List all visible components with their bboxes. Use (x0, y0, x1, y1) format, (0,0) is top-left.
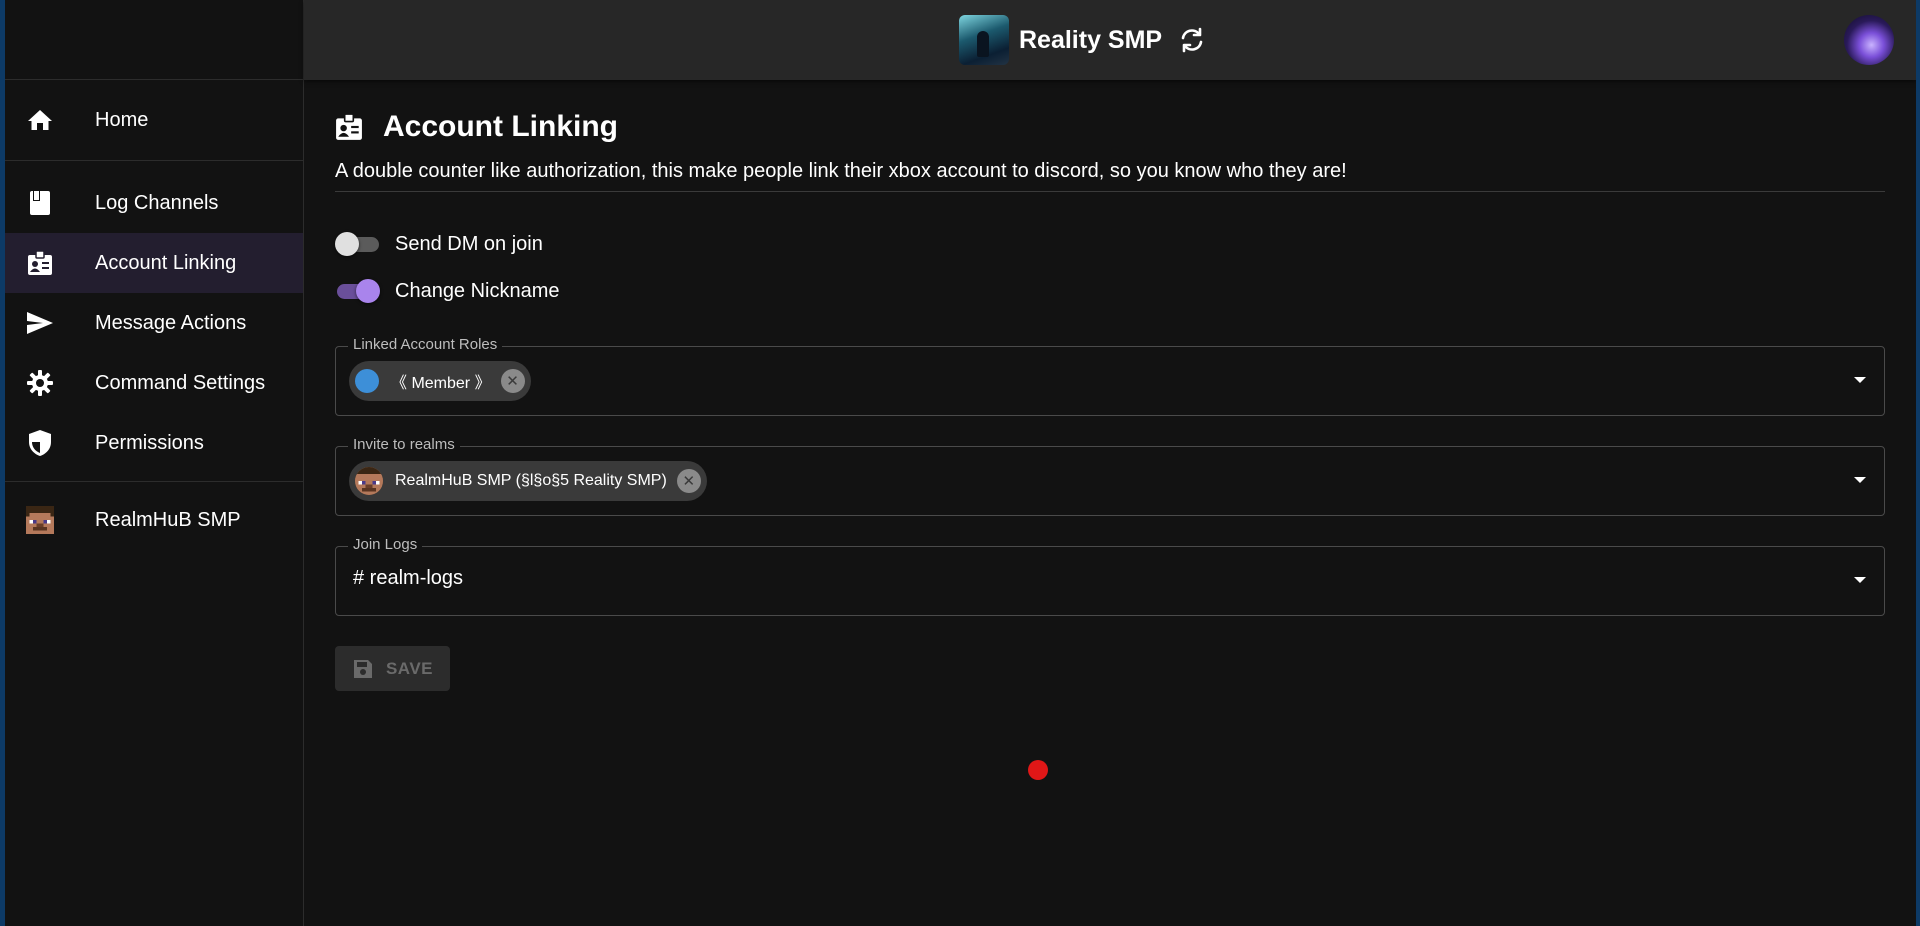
server-logo (959, 15, 1009, 65)
selected-channel: # realm-logs (353, 567, 464, 589)
change-nickname-toggle[interactable]: Change Nickname (335, 279, 560, 303)
chevron-down-icon[interactable] (1854, 577, 1866, 583)
save-button[interactable]: SAVE (335, 646, 450, 691)
sidebar: Home Log Channels Account Linking Messag… (5, 0, 304, 926)
sidebar-item-label: Home (95, 108, 149, 131)
sidebar-item-label: Permissions (95, 431, 204, 454)
sidebar-item-command-settings[interactable]: Command Settings (5, 353, 303, 413)
sidebar-item-label: Command Settings (95, 371, 266, 394)
save-icon (353, 659, 372, 678)
field-legend: Join Logs (348, 536, 423, 553)
minecraft-avatar-icon (355, 467, 383, 495)
sidebar-item-permissions[interactable]: Permissions (5, 413, 303, 473)
sidebar-item-label: Account Linking (95, 251, 237, 274)
page-description: A double counter like authorization, thi… (335, 160, 1885, 192)
toggle-label: Send DM on join (395, 232, 543, 255)
toggle-switch-on[interactable] (335, 279, 380, 303)
close-icon[interactable]: ✕ (500, 369, 525, 393)
realm-chip: RealmHuB SMP (§l§o§5 Reality SMP) ✕ (349, 461, 707, 501)
shield-icon (26, 429, 54, 457)
nav-group-main: Home (5, 80, 303, 161)
toggle-thumb (335, 232, 359, 256)
refresh-icon[interactable] (1178, 26, 1206, 54)
page-title-row: Account Linking (335, 110, 618, 144)
chip-label: RealmHuB SMP (§l§o§5 Reality SMP) (395, 472, 667, 489)
save-button-label: SAVE (385, 658, 434, 678)
home-icon (26, 106, 54, 134)
sidebar-item-realmhub-smp[interactable]: RealmHuB SMP (5, 490, 303, 550)
server-selector[interactable]: Reality SMP (959, 14, 1206, 66)
sidebar-item-label: Log Channels (95, 191, 219, 214)
sidebar-item-log-channels[interactable]: Log Channels (5, 173, 303, 233)
book-icon (26, 189, 54, 217)
top-header: Reality SMP (304, 0, 1916, 80)
send-icon (26, 309, 54, 337)
id-badge-icon (336, 113, 362, 140)
role-color-dot (355, 369, 379, 393)
sidebar-item-account-linking[interactable]: Account Linking (5, 233, 303, 293)
toggle-thumb (356, 279, 380, 303)
sidebar-item-home[interactable]: Home (5, 80, 303, 160)
invite-realms-select[interactable]: Invite to realms RealmHuB SMP (§l§o§5 Re… (335, 436, 1885, 516)
nav-group-settings: Log Channels Account Linking Message Act… (5, 161, 303, 482)
chip-label: 《 Member 》 (391, 375, 491, 392)
sidebar-item-message-actions[interactable]: Message Actions (5, 293, 303, 353)
chevron-down-icon[interactable] (1854, 377, 1866, 383)
role-chip: 《 Member 》 ✕ (349, 361, 531, 401)
user-avatar[interactable] (1844, 15, 1894, 65)
close-icon[interactable]: ✕ (676, 469, 701, 493)
sidebar-top (5, 0, 303, 80)
page-title: Account Linking (383, 110, 618, 143)
linked-roles-select[interactable]: Linked Account Roles 《 Member 》 ✕ (335, 336, 1885, 416)
chevron-down-icon[interactable] (1854, 477, 1866, 483)
field-legend: Invite to realms (348, 436, 460, 453)
app-window: Home Log Channels Account Linking Messag… (5, 0, 1916, 926)
toggle-switch-off[interactable] (335, 232, 379, 256)
sidebar-item-label: Message Actions (95, 311, 247, 334)
nav-group-realms: RealmHuB SMP (5, 482, 303, 550)
field-legend: Linked Account Roles (348, 336, 503, 353)
server-name: Reality SMP (1019, 25, 1163, 54)
send-dm-toggle[interactable]: Send DM on join (335, 232, 543, 256)
minecraft-avatar-icon (26, 506, 54, 534)
gear-icon (26, 369, 54, 397)
toggle-label: Change Nickname (395, 279, 560, 302)
join-logs-select[interactable]: Join Logs # realm-logs (335, 536, 1885, 616)
sidebar-item-label: RealmHuB SMP (95, 508, 241, 531)
id-badge-icon (26, 249, 54, 277)
cursor-marker (1028, 760, 1048, 780)
